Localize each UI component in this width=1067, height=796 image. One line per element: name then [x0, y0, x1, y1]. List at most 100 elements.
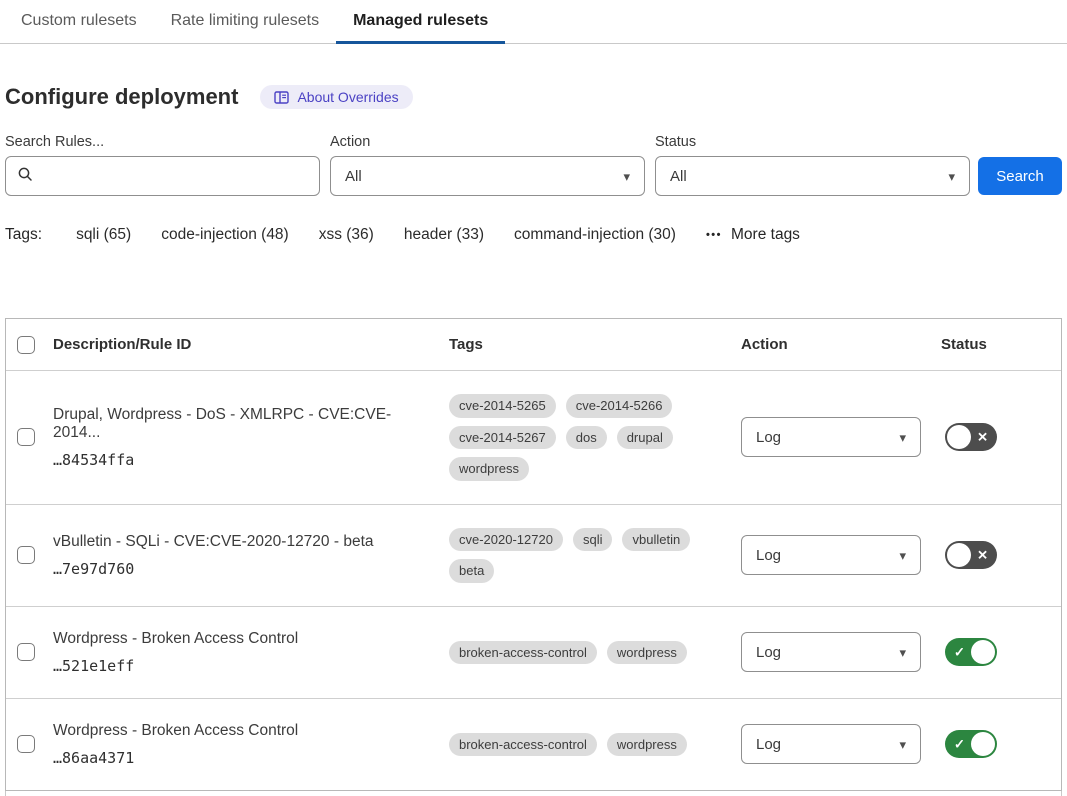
- search-input[interactable]: [42, 167, 308, 186]
- tag-pill: cve-2014-5267: [449, 426, 556, 450]
- status-select[interactable]: All ▾: [655, 156, 970, 196]
- tab-bar: Custom rulesets Rate limiting rulesets M…: [0, 0, 1067, 44]
- tag-pill: cve-2014-5266: [566, 394, 673, 418]
- rule-id: …84534ffa: [53, 451, 449, 469]
- row-checkbox[interactable]: [17, 546, 35, 564]
- tag-pill: wordpress: [607, 733, 687, 757]
- rule-action-select[interactable]: Log ▾: [741, 535, 921, 575]
- tag-pill: cve-2020-12720: [449, 528, 563, 552]
- rule-description-link[interactable]: vBulletin - SQLi - CVE:CVE-2020-12720 - …: [53, 533, 449, 551]
- chevron-down-icon: ▾: [899, 431, 906, 444]
- more-tags-label: More tags: [731, 226, 800, 244]
- rule-id: …521e1eff: [53, 657, 449, 675]
- toggle-state-icon: ✓: [954, 646, 965, 659]
- tags-bar: Tags: sqli (65) code-injection (48) xss (3…: [0, 226, 1067, 244]
- rule-status-toggle[interactable]: ✕: [945, 541, 997, 569]
- tags-bar-label: Tags:: [5, 226, 42, 244]
- table-row: Wordpress - Broken Access Control …521e1…: [6, 606, 1061, 698]
- tag-filter-link[interactable]: sqli (65): [76, 226, 131, 244]
- tag-pill: broken-access-control: [449, 733, 597, 757]
- toggle-state-icon: ✕: [977, 549, 988, 562]
- action-filter-label: Action: [330, 134, 645, 150]
- toggle-knob: [947, 425, 971, 449]
- rule-tags: broken-access-control wordpress: [449, 641, 741, 665]
- action-select-value: All: [345, 168, 362, 185]
- toggle-state-icon: ✕: [977, 431, 988, 444]
- status-filter-label: Status: [655, 134, 970, 150]
- tab-managed-rulesets[interactable]: Managed rulesets: [336, 0, 505, 43]
- table-body: Drupal, Wordpress - DoS - XMLRPC - CVE:C…: [6, 370, 1061, 790]
- select-all-checkbox[interactable]: [17, 336, 35, 354]
- rule-status-toggle[interactable]: ✓: [945, 638, 997, 666]
- chevron-down-icon: ▾: [899, 646, 906, 659]
- tag-pill: dos: [566, 426, 607, 450]
- status-select-value: All: [670, 168, 687, 185]
- search-input-box[interactable]: [5, 156, 320, 196]
- page-title: Configure deployment: [5, 84, 238, 110]
- rule-tags: cve-2020-12720 sqli vbulletin beta: [449, 528, 741, 583]
- table-header-row: Description/Rule ID Tags Action Status: [6, 319, 1061, 370]
- search-button[interactable]: Search: [978, 157, 1062, 195]
- toggle-knob: [947, 543, 971, 567]
- rules-table: Description/Rule ID Tags Action Status D…: [5, 318, 1062, 791]
- column-header-tags: Tags: [449, 336, 741, 353]
- tag-pill: sqli: [573, 528, 613, 552]
- rule-id: …7e97d760: [53, 560, 449, 578]
- table-row: vBulletin - SQLi - CVE:CVE-2020-12720 - …: [6, 504, 1061, 606]
- rule-action-value: Log: [756, 429, 781, 446]
- column-header-description: Description/Rule ID: [53, 336, 449, 353]
- rule-description-link[interactable]: Drupal, Wordpress - DoS - XMLRPC - CVE:C…: [53, 406, 449, 442]
- chevron-down-icon: ▾: [948, 170, 955, 183]
- about-overrides-link[interactable]: About Overrides: [260, 85, 412, 109]
- about-overrides-label: About Overrides: [297, 89, 398, 105]
- next-row-partial: [5, 791, 1062, 796]
- rule-id: …86aa4371: [53, 749, 449, 767]
- tag-filter-link[interactable]: header (33): [404, 226, 484, 244]
- tag-pill: wordpress: [449, 457, 529, 481]
- tab-rate-limiting-rulesets[interactable]: Rate limiting rulesets: [154, 0, 337, 43]
- table-row: Wordpress - Broken Access Control …86aa4…: [6, 698, 1061, 790]
- rule-action-select[interactable]: Log ▾: [741, 417, 921, 457]
- tag-filter-link[interactable]: command-injection (30): [514, 226, 676, 244]
- search-icon: [17, 166, 33, 187]
- filters-row: Search Rules... Action All ▾ Status All …: [0, 134, 1067, 196]
- action-select[interactable]: All ▾: [330, 156, 645, 196]
- tag-pill: broken-access-control: [449, 641, 597, 665]
- tag-filter-link[interactable]: code-injection (48): [161, 226, 289, 244]
- heading-row: Configure deployment About Overrides: [0, 84, 1067, 110]
- column-header-action: Action: [741, 336, 941, 353]
- rule-action-select[interactable]: Log ▾: [741, 724, 921, 764]
- rule-tags: broken-access-control wordpress: [449, 733, 741, 757]
- tag-pill: vbulletin: [622, 528, 690, 552]
- tag-pill: cve-2014-5265: [449, 394, 556, 418]
- toggle-knob: [971, 640, 995, 664]
- rule-status-toggle[interactable]: ✓: [945, 730, 997, 758]
- rule-action-value: Log: [756, 547, 781, 564]
- rule-description-link[interactable]: Wordpress - Broken Access Control: [53, 722, 449, 740]
- book-icon: [274, 91, 289, 104]
- row-checkbox[interactable]: [17, 735, 35, 753]
- search-rules-label: Search Rules...: [5, 134, 320, 150]
- rule-action-value: Log: [756, 736, 781, 753]
- chevron-down-icon: ▾: [899, 549, 906, 562]
- tag-pill: wordpress: [607, 641, 687, 665]
- rule-action-select[interactable]: Log ▾: [741, 632, 921, 672]
- row-checkbox[interactable]: [17, 643, 35, 661]
- tag-pill: beta: [449, 559, 494, 583]
- row-checkbox[interactable]: [17, 428, 35, 446]
- column-header-status: Status: [941, 336, 1061, 353]
- table-row: Drupal, Wordpress - DoS - XMLRPC - CVE:C…: [6, 370, 1061, 504]
- tag-filter-link[interactable]: xss (36): [319, 226, 374, 244]
- rule-action-value: Log: [756, 644, 781, 661]
- tab-custom-rulesets[interactable]: Custom rulesets: [4, 0, 154, 43]
- tag-pill: drupal: [617, 426, 673, 450]
- chevron-down-icon: ▾: [623, 170, 630, 183]
- toggle-state-icon: ✓: [954, 738, 965, 751]
- more-dots-icon: •••: [706, 229, 722, 241]
- rule-description-link[interactable]: Wordpress - Broken Access Control: [53, 630, 449, 648]
- toggle-knob: [971, 732, 995, 756]
- more-tags-button[interactable]: ••• More tags: [706, 226, 800, 244]
- chevron-down-icon: ▾: [899, 738, 906, 751]
- rule-tags: cve-2014-5265 cve-2014-5266 cve-2014-5267 d…: [449, 394, 741, 481]
- rule-status-toggle[interactable]: ✕: [945, 423, 997, 451]
